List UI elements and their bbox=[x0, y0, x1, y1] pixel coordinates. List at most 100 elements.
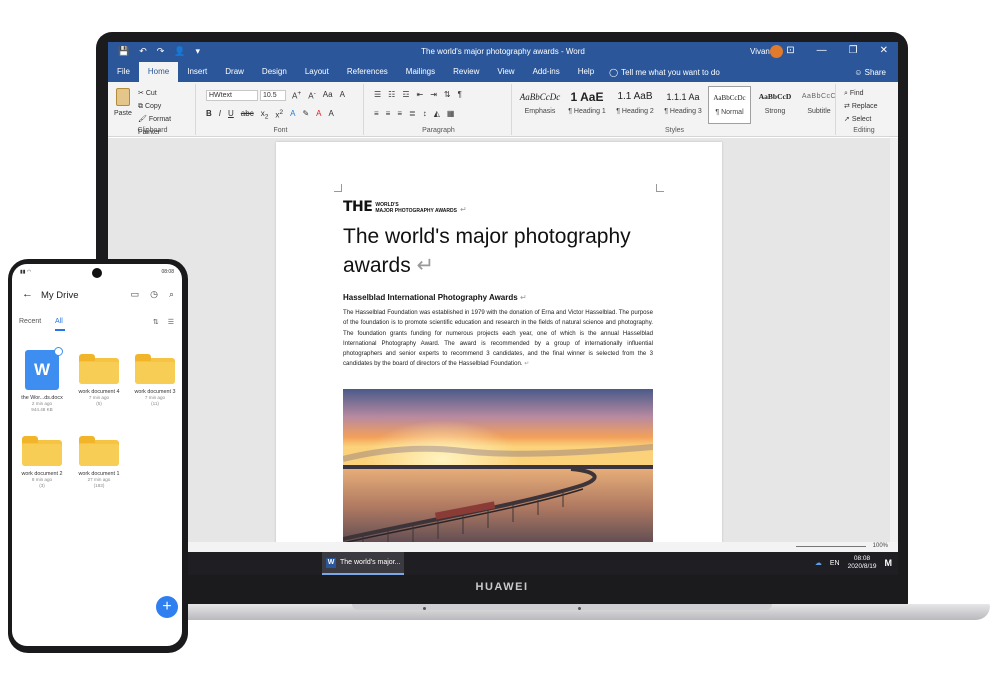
style-subtitle[interactable]: AaBbCcC Subtitle bbox=[799, 86, 839, 124]
minimize-button[interactable]: — bbox=[817, 45, 827, 56]
style-strong[interactable]: AaBbCcD Strong bbox=[753, 86, 797, 124]
tab-recent[interactable]: Recent bbox=[19, 318, 41, 325]
underline-icon[interactable]: U bbox=[228, 109, 234, 121]
folder-tile[interactable]: work document 1 27 min ago (183) bbox=[72, 436, 126, 489]
paste-icon[interactable] bbox=[116, 88, 130, 106]
style-heading-3[interactable]: 1.1.1 Aa ¶ Heading 3 bbox=[660, 86, 706, 124]
tab-view[interactable]: View bbox=[488, 62, 523, 82]
cut-button[interactable]: ✂ Cut bbox=[138, 87, 195, 100]
crop-mark bbox=[656, 184, 664, 192]
strikethrough-icon[interactable]: abc bbox=[241, 109, 254, 121]
highlight-icon[interactable]: ✎ bbox=[302, 109, 309, 121]
ribbon: Paste ✂ Cut ⧉ Copy 🖌 Format Painter Clip… bbox=[108, 82, 898, 137]
tab-home[interactable]: Home bbox=[138, 62, 179, 82]
italic-icon[interactable]: I bbox=[219, 109, 221, 121]
logo-small-text: WORLD'S MAJOR PHOTOGRAPHY AWARDS bbox=[375, 202, 457, 214]
bold-icon[interactable]: B bbox=[206, 109, 212, 121]
align-left-icon[interactable]: ≡ bbox=[374, 109, 379, 118]
decrease-indent-icon[interactable]: ⇤ bbox=[417, 90, 424, 99]
cloud-icon[interactable]: ☁ bbox=[815, 559, 822, 567]
avatar[interactable] bbox=[770, 45, 783, 58]
tab-file[interactable]: File bbox=[108, 62, 139, 82]
sort-icon[interactable]: ⇅ bbox=[444, 90, 451, 99]
select-button[interactable]: ➚ Select bbox=[844, 113, 878, 126]
tab-insert[interactable]: Insert bbox=[178, 62, 216, 82]
replace-button[interactable]: ⇄ Replace bbox=[844, 100, 878, 113]
sort-icon[interactable]: ⇅ bbox=[153, 318, 159, 326]
tell-me-box[interactable]: ◯ Tell me what you want to do bbox=[609, 68, 720, 77]
language-indicator[interactable]: EN bbox=[830, 560, 840, 567]
increase-indent-icon[interactable]: ⇥ bbox=[430, 90, 437, 99]
tab-design[interactable]: Design bbox=[253, 62, 296, 82]
taskbar: W The world's major... ☁ EN 08:08 2020/8… bbox=[108, 552, 898, 575]
tab-add-ins[interactable]: Add-ins bbox=[524, 62, 569, 82]
folder-tile[interactable]: work document 4 7 min ago (5) bbox=[72, 354, 126, 407]
char-shading-icon[interactable]: A bbox=[329, 109, 334, 121]
tab-review[interactable]: Review bbox=[444, 62, 488, 82]
align-center-icon[interactable]: ≡ bbox=[386, 109, 391, 118]
zoom-level[interactable]: 100% bbox=[873, 543, 888, 549]
grow-font-icon[interactable]: A+ bbox=[292, 90, 301, 101]
numbering-icon[interactable]: ☷ bbox=[388, 90, 395, 99]
style-normal[interactable]: AaBbCcDc ¶ Normal bbox=[708, 86, 751, 124]
vertical-scrollbar[interactable] bbox=[890, 138, 898, 542]
share-button[interactable]: ☺ Share bbox=[854, 68, 886, 77]
pc-icon[interactable]: ▭ bbox=[131, 289, 140, 300]
return-mark-icon: ↵ bbox=[524, 360, 530, 368]
line-spacing-icon[interactable]: ↕ bbox=[423, 109, 427, 118]
multilevel-icon[interactable]: ☲ bbox=[402, 90, 409, 99]
drive-header: ← My Drive ▭ ◷ ⌕ bbox=[12, 288, 182, 306]
document-page[interactable]: THE WORLD'S MAJOR PHOTOGRAPHY AWARDS ↵ T… bbox=[276, 142, 722, 546]
tab-all[interactable]: All bbox=[55, 318, 63, 325]
shading-icon[interactable]: ◭ bbox=[434, 109, 440, 118]
ribbon-display-icon[interactable]: ⊡ bbox=[786, 45, 794, 56]
shrink-font-icon[interactable]: A- bbox=[308, 90, 316, 101]
clock-icon[interactable]: ◷ bbox=[150, 289, 158, 300]
clock[interactable]: 08:08 2020/8/19 bbox=[848, 555, 877, 571]
clear-format-icon[interactable]: A bbox=[340, 90, 345, 101]
paste-button[interactable]: Paste bbox=[114, 110, 132, 117]
taskbar-word-item[interactable]: W The world's major... bbox=[322, 552, 404, 575]
tab-layout[interactable]: Layout bbox=[296, 62, 338, 82]
tab-references[interactable]: References bbox=[338, 62, 397, 82]
add-button[interactable]: + bbox=[156, 596, 178, 618]
search-icon[interactable]: ⌕ bbox=[169, 289, 174, 300]
font-family-select[interactable]: HWtext bbox=[206, 90, 258, 101]
close-button[interactable]: ✕ bbox=[880, 45, 888, 56]
font-color-icon[interactable]: A bbox=[316, 109, 321, 121]
folder-count: (11) bbox=[151, 401, 159, 406]
find-button[interactable]: ⌕ Find bbox=[844, 87, 878, 100]
tab-help[interactable]: Help bbox=[569, 62, 603, 82]
style-emphasis[interactable]: AaBbCcDc Emphasis bbox=[518, 86, 562, 124]
align-right-icon[interactable]: ≡ bbox=[397, 109, 402, 118]
font-size-select[interactable]: 10.5 bbox=[260, 90, 286, 101]
folder-tile[interactable]: work document 3 7 min ago (11) bbox=[128, 354, 182, 407]
style-heading-1[interactable]: 1 AaE ¶ Heading 1 bbox=[564, 86, 610, 124]
style-preview-number: 1 bbox=[570, 90, 578, 104]
justify-icon[interactable]: ≣ bbox=[409, 109, 416, 118]
return-mark-icon: ↵ bbox=[459, 205, 467, 214]
format-painter-button[interactable]: 🖌 Format Painter bbox=[138, 113, 195, 139]
borders-icon[interactable]: ▦ bbox=[447, 109, 455, 118]
bullets-icon[interactable]: ☰ bbox=[374, 90, 381, 99]
copy-button[interactable]: ⧉ Copy bbox=[138, 100, 195, 113]
change-case-icon[interactable]: Aa bbox=[323, 90, 333, 101]
subscript-icon[interactable]: x2 bbox=[261, 109, 269, 121]
tab-mailings[interactable]: Mailings bbox=[397, 62, 444, 82]
style-name: Emphasis bbox=[524, 108, 556, 115]
list-view-icon[interactable]: ☰ bbox=[168, 318, 174, 326]
laptop-brand: HUAWEI bbox=[475, 581, 529, 593]
superscript-icon[interactable]: x2 bbox=[275, 109, 283, 121]
file-tile[interactable]: W the Wor...ds.docx 2 min ago 944.48 KB bbox=[15, 347, 69, 413]
back-arrow-icon[interactable]: ← bbox=[22, 288, 33, 300]
user-name[interactable]: Vivan bbox=[750, 47, 770, 56]
huawei-share-icon[interactable]: M bbox=[885, 558, 893, 568]
folder-tile[interactable]: work document 2 8 min ago (3) bbox=[15, 436, 69, 489]
style-heading-2[interactable]: 1.1 AaB ¶ Heading 2 bbox=[612, 86, 658, 124]
maximize-button[interactable]: ❐ bbox=[849, 45, 858, 56]
tab-draw[interactable]: Draw bbox=[216, 62, 253, 82]
text-effects-icon[interactable]: A bbox=[290, 109, 295, 121]
pilcrow-icon[interactable]: ¶ bbox=[458, 90, 462, 99]
cursor-icon: ➚ bbox=[844, 116, 852, 123]
zoom-slider[interactable] bbox=[796, 546, 866, 547]
